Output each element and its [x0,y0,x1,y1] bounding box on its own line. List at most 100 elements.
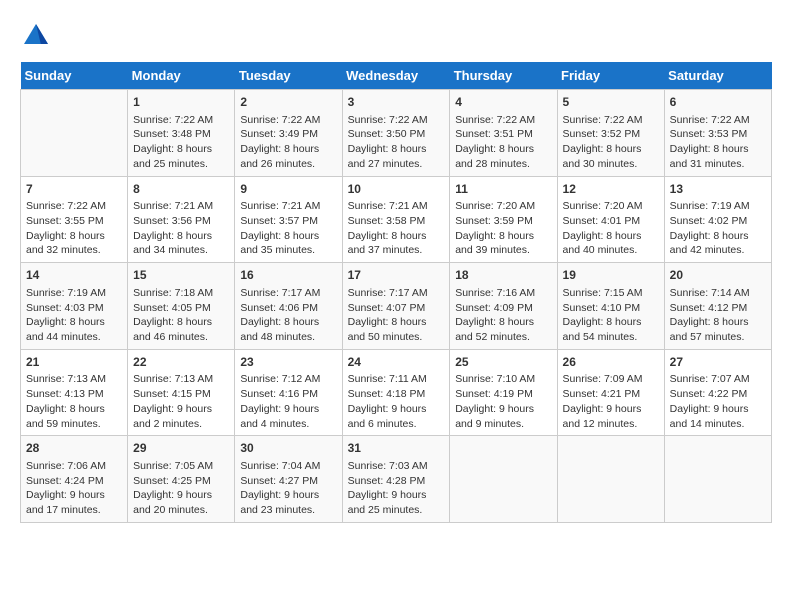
day-number: 13 [670,181,766,198]
calendar-cell: 7Sunrise: 7:22 AMSunset: 3:55 PMDaylight… [21,176,128,263]
day-info: Sunrise: 7:15 AMSunset: 4:10 PMDaylight:… [563,286,659,345]
day-info: Sunrise: 7:21 AMSunset: 3:57 PMDaylight:… [240,199,336,258]
calendar-cell: 28 Sunrise: 7:06 AMSunset: 4:24 PMDayligh… [21,436,128,523]
day-info: Sunrise: 7:17 AMSunset: 4:07 PMDaylight:… [348,286,445,345]
day-number: 5 [563,94,659,111]
day-number: 9 [240,181,336,198]
day-number: 28 [26,440,122,457]
weekday-header-wednesday: Wednesday [342,62,450,90]
day-number: 14 [26,267,122,284]
day-number: 20 [670,267,766,284]
calendar-cell: 6 Sunrise: 7:22 AMSunset: 3:53 PMDaylight… [664,90,771,177]
calendar-table: SundayMondayTuesdayWednesdayThursdayFrid… [20,62,772,523]
calendar-cell: 1 Sunrise: 7:22 AMSunset: 3:48 PMDaylight… [128,90,235,177]
day-number: 12 [563,181,659,198]
day-number: 24 [348,354,445,371]
day-number: 10 [348,181,445,198]
calendar-cell [21,90,128,177]
day-info: Sunrise: 7:12 AMSunset: 4:16 PMDaylight:… [240,372,336,431]
calendar-cell: 26Sunrise: 7:09 AMSunset: 4:21 PMDayligh… [557,349,664,436]
calendar-cell: 2 Sunrise: 7:22 AMSunset: 3:49 PMDaylight… [235,90,342,177]
day-number: 8 [133,181,229,198]
page-header [20,20,772,52]
calendar-cell: 11Sunrise: 7:20 AMSunset: 3:59 PMDayligh… [450,176,557,263]
calendar-cell: 19 Sunrise: 7:15 AMSunset: 4:10 PMDayligh… [557,263,664,350]
day-info: Sunrise: 7:21 AMSunset: 3:58 PMDaylight:… [348,199,445,258]
day-number: 19 [563,267,659,284]
calendar-cell: 27Sunrise: 7:07 AMSunset: 4:22 PMDayligh… [664,349,771,436]
week-row-2: 7Sunrise: 7:22 AMSunset: 3:55 PMDaylight… [21,176,772,263]
weekday-header-thursday: Thursday [450,62,557,90]
day-number: 27 [670,354,766,371]
week-row-3: 14 Sunrise: 7:19 AMSunset: 4:03 PMDayligh… [21,263,772,350]
logo-icon [20,20,52,52]
day-number: 7 [26,181,122,198]
day-info: Sunrise: 7:22 AMSunset: 3:48 PMDaylight:… [133,113,229,172]
day-info: Sunrise: 7:21 AMSunset: 3:56 PMDaylight:… [133,199,229,258]
day-number: 1 [133,94,229,111]
calendar-cell: 9Sunrise: 7:21 AMSunset: 3:57 PMDaylight… [235,176,342,263]
weekday-header-sunday: Sunday [21,62,128,90]
day-info: Sunrise: 7:20 AMSunset: 3:59 PMDaylight:… [455,199,551,258]
day-info: Sunrise: 7:04 AMSunset: 4:27 PMDaylight:… [240,459,336,518]
calendar-cell: 22Sunrise: 7:13 AMSunset: 4:15 PMDayligh… [128,349,235,436]
day-number: 26 [563,354,659,371]
day-info: Sunrise: 7:22 AMSunset: 3:52 PMDaylight:… [563,113,659,172]
calendar-cell: 21Sunrise: 7:13 AMSunset: 4:13 PMDayligh… [21,349,128,436]
day-number: 11 [455,181,551,198]
calendar-cell: 25Sunrise: 7:10 AMSunset: 4:19 PMDayligh… [450,349,557,436]
calendar-cell: 3 Sunrise: 7:22 AMSunset: 3:50 PMDaylight… [342,90,450,177]
weekday-header-saturday: Saturday [664,62,771,90]
calendar-cell: 10Sunrise: 7:21 AMSunset: 3:58 PMDayligh… [342,176,450,263]
day-info: Sunrise: 7:19 AMSunset: 4:03 PMDaylight:… [26,286,122,345]
calendar-cell: 29 Sunrise: 7:05 AMSunset: 4:25 PMDayligh… [128,436,235,523]
day-info: Sunrise: 7:13 AMSunset: 4:13 PMDaylight:… [26,372,122,431]
day-number: 6 [670,94,766,111]
day-number: 4 [455,94,551,111]
day-info: Sunrise: 7:14 AMSunset: 4:12 PMDaylight:… [670,286,766,345]
calendar-cell: 30 Sunrise: 7:04 AMSunset: 4:27 PMDayligh… [235,436,342,523]
week-row-5: 28 Sunrise: 7:06 AMSunset: 4:24 PMDayligh… [21,436,772,523]
calendar-cell: 13Sunrise: 7:19 AMSunset: 4:02 PMDayligh… [664,176,771,263]
day-info: Sunrise: 7:19 AMSunset: 4:02 PMDaylight:… [670,199,766,258]
day-info: Sunrise: 7:22 AMSunset: 3:50 PMDaylight:… [348,113,445,172]
day-info: Sunrise: 7:20 AMSunset: 4:01 PMDaylight:… [563,199,659,258]
calendar-cell: 5 Sunrise: 7:22 AMSunset: 3:52 PMDaylight… [557,90,664,177]
calendar-cell: 20 Sunrise: 7:14 AMSunset: 4:12 PMDayligh… [664,263,771,350]
day-number: 3 [348,94,445,111]
calendar-cell: 14 Sunrise: 7:19 AMSunset: 4:03 PMDayligh… [21,263,128,350]
calendar-cell: 16 Sunrise: 7:17 AMSunset: 4:06 PMDayligh… [235,263,342,350]
calendar-cell: 15 Sunrise: 7:18 AMSunset: 4:05 PMDayligh… [128,263,235,350]
day-info: Sunrise: 7:22 AMSunset: 3:49 PMDaylight:… [240,113,336,172]
day-number: 16 [240,267,336,284]
day-info: Sunrise: 7:17 AMSunset: 4:06 PMDaylight:… [240,286,336,345]
day-info: Sunrise: 7:05 AMSunset: 4:25 PMDaylight:… [133,459,229,518]
day-info: Sunrise: 7:06 AMSunset: 4:24 PMDaylight:… [26,459,122,518]
day-info: Sunrise: 7:22 AMSunset: 3:55 PMDaylight:… [26,199,122,258]
day-number: 2 [240,94,336,111]
day-number: 30 [240,440,336,457]
day-info: Sunrise: 7:22 AMSunset: 3:53 PMDaylight:… [670,113,766,172]
calendar-cell: 12Sunrise: 7:20 AMSunset: 4:01 PMDayligh… [557,176,664,263]
day-number: 23 [240,354,336,371]
day-info: Sunrise: 7:03 AMSunset: 4:28 PMDaylight:… [348,459,445,518]
day-info: Sunrise: 7:22 AMSunset: 3:51 PMDaylight:… [455,113,551,172]
day-info: Sunrise: 7:13 AMSunset: 4:15 PMDaylight:… [133,372,229,431]
day-number: 25 [455,354,551,371]
week-row-4: 21Sunrise: 7:13 AMSunset: 4:13 PMDayligh… [21,349,772,436]
calendar-cell: 18Sunrise: 7:16 AMSunset: 4:09 PMDayligh… [450,263,557,350]
weekday-header-friday: Friday [557,62,664,90]
day-number: 29 [133,440,229,457]
day-info: Sunrise: 7:09 AMSunset: 4:21 PMDaylight:… [563,372,659,431]
calendar-cell: 4 Sunrise: 7:22 AMSunset: 3:51 PMDaylight… [450,90,557,177]
day-number: 31 [348,440,445,457]
day-number: 15 [133,267,229,284]
day-number: 17 [348,267,445,284]
weekday-header-tuesday: Tuesday [235,62,342,90]
day-number: 18 [455,267,551,284]
day-info: Sunrise: 7:11 AMSunset: 4:18 PMDaylight:… [348,372,445,431]
day-info: Sunrise: 7:10 AMSunset: 4:19 PMDaylight:… [455,372,551,431]
day-number: 21 [26,354,122,371]
calendar-cell: 31 Sunrise: 7:03 AMSunset: 4:28 PMDayligh… [342,436,450,523]
day-info: Sunrise: 7:18 AMSunset: 4:05 PMDaylight:… [133,286,229,345]
